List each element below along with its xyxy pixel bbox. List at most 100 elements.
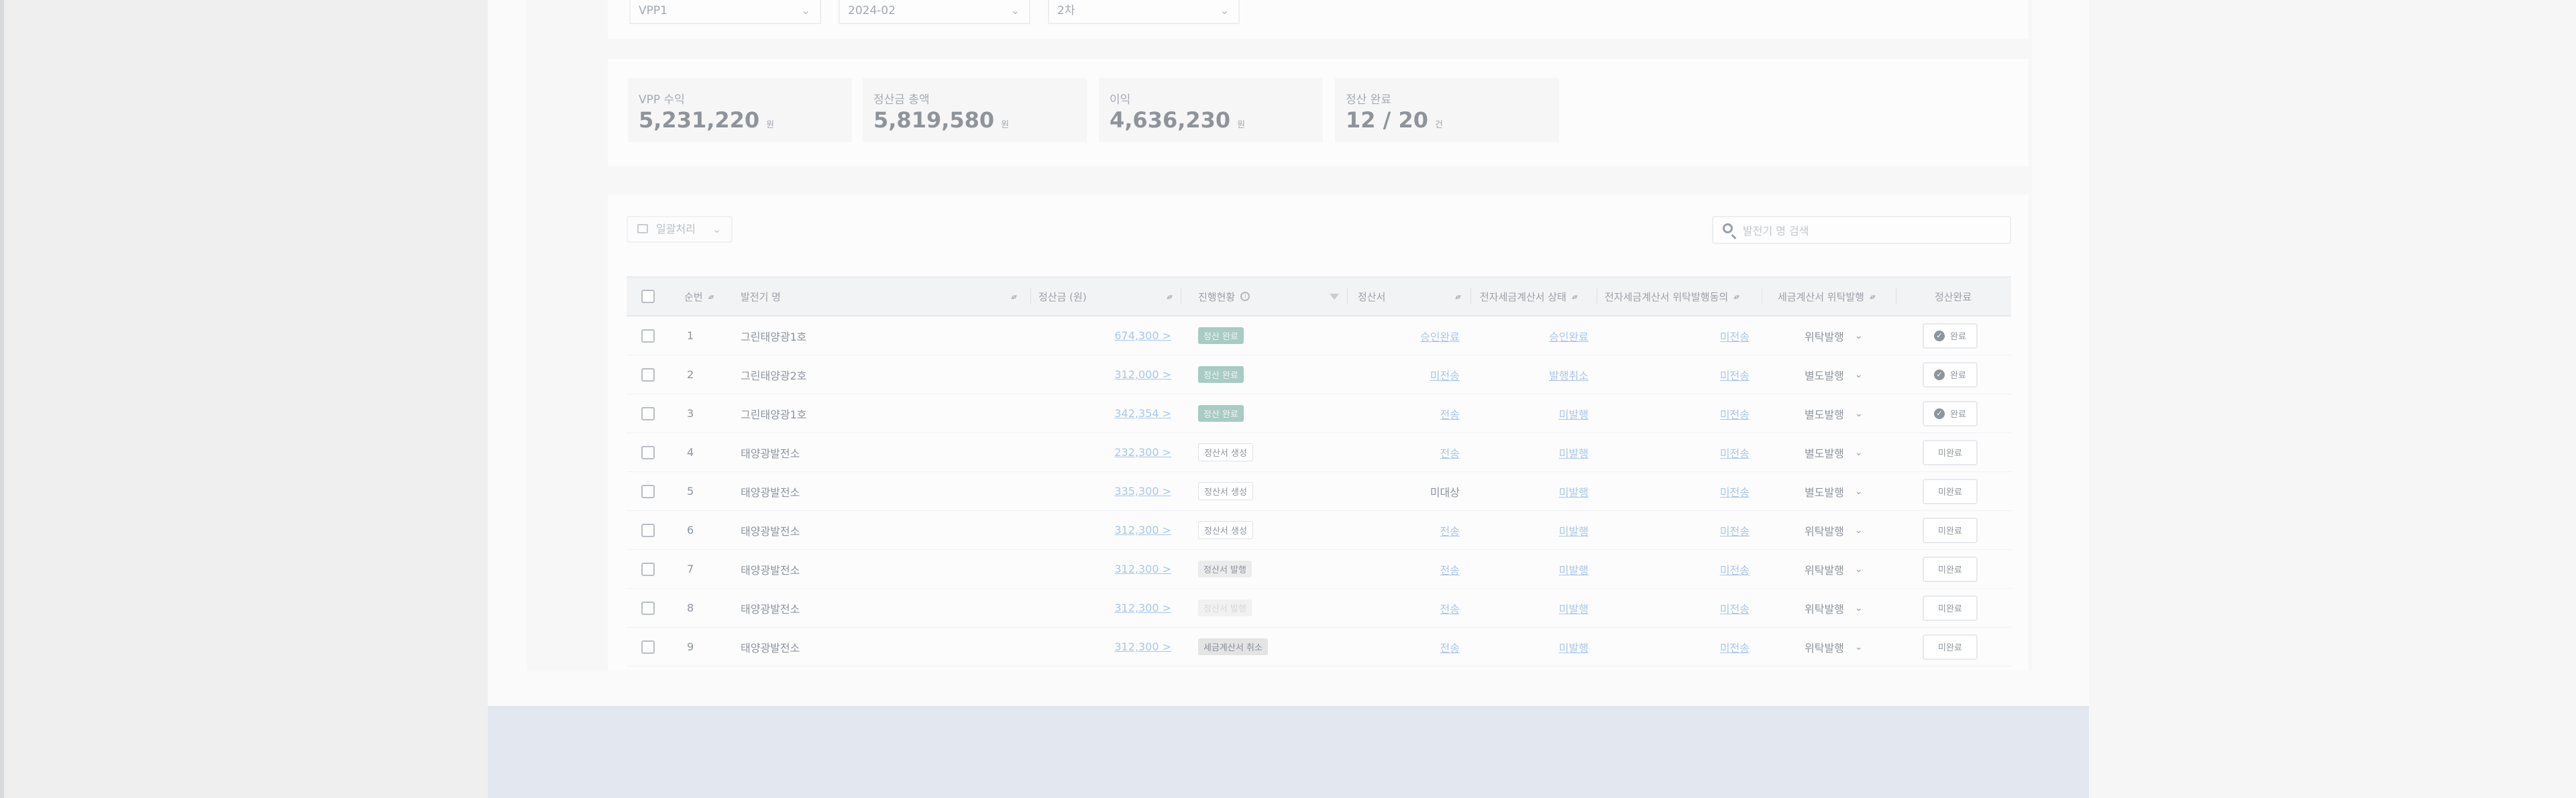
row-consign-agree[interactable]: 미전송 — [1605, 355, 1750, 394]
row-amount[interactable]: 312,300 > — [1038, 589, 1171, 627]
statement-link[interactable]: 전송 — [1440, 522, 1460, 538]
table-body: 1 그린태양광1호 674,300 > 정산 완료 승인완료 승인완료 미전송 … — [627, 317, 2011, 667]
row-checkbox[interactable] — [641, 511, 655, 549]
row-statement: 전송 — [1358, 433, 1460, 471]
row-issue-type-select[interactable]: 별도발행 ⌄ — [1805, 394, 1902, 433]
row-checkbox[interactable] — [641, 433, 655, 471]
row-no: 9 — [687, 640, 694, 653]
status-badge: 정산서 생성 — [1198, 521, 1253, 539]
calendar-icon — [637, 224, 648, 233]
row-issue-type-select[interactable]: 위탁발행 ⌄ — [1805, 589, 1902, 627]
row-issue-type-select[interactable]: 위탁발행 ⌄ — [1805, 317, 1902, 355]
row-consign-agree[interactable]: 미전송 — [1605, 589, 1750, 627]
row-einvoice-status[interactable]: 미발행 — [1480, 472, 1589, 510]
row-consign-agree[interactable]: 미전송 — [1605, 317, 1750, 355]
search-box — [1712, 216, 2011, 244]
row-statement: 미전송 — [1358, 355, 1460, 394]
row-issue-type-select[interactable]: 위탁발행 ⌄ — [1805, 511, 1902, 549]
row-amount[interactable]: 342,354 > — [1038, 394, 1171, 433]
chevron-down-icon: ⌄ — [1854, 408, 1863, 419]
row-settle: ✓ 완료 — [1923, 317, 1978, 355]
row-consign-agree[interactable]: 미전송 — [1605, 628, 1750, 666]
chevron-down-icon: ⌄ — [1854, 369, 1863, 380]
row-checkbox[interactable] — [641, 317, 655, 355]
col-statement[interactable]: 정산서 ▴▾ — [1358, 278, 1461, 315]
row-consign-agree[interactable]: 미전송 — [1605, 433, 1750, 471]
statement-link[interactable]: 전송 — [1440, 639, 1460, 655]
row-statement: 전송 — [1358, 589, 1460, 627]
row-consign-agree[interactable]: 미전송 — [1605, 394, 1750, 433]
settle-button[interactable]: 미완료 — [1923, 439, 1978, 465]
statement-link[interactable]: 승인완료 — [1420, 328, 1460, 344]
settle-button[interactable]: 미완료 — [1923, 634, 1978, 660]
col-settle: 정산완료 — [1935, 290, 1972, 303]
check-circle-icon: ✓ — [1934, 369, 1945, 380]
row-issue-type-select[interactable]: 별도발행 ⌄ — [1805, 472, 1902, 510]
row-einvoice-status[interactable]: 미발행 — [1480, 511, 1589, 549]
status-badge: 정산서 생성 — [1198, 443, 1253, 461]
settle-button[interactable]: ✓ 완료 — [1923, 400, 1978, 426]
row-checkbox[interactable] — [641, 628, 655, 666]
row-issue-type-select[interactable]: 위탁발행 ⌄ — [1805, 628, 1902, 666]
row-einvoice-status[interactable]: 발행취소 — [1480, 355, 1589, 394]
row-issue-type-select[interactable]: 위탁발행 ⌄ — [1805, 550, 1902, 588]
statement-link[interactable]: 전송 — [1440, 561, 1460, 577]
statement-link[interactable]: 전송 — [1440, 600, 1460, 616]
row-amount[interactable]: 312,300 > — [1038, 628, 1171, 666]
row-plant-name: 태양광발전소 — [741, 563, 800, 577]
col-issue-type[interactable]: 세금계산서 위탁발행 ▴▾ — [1778, 278, 1889, 315]
row-amount[interactable]: 674,300 > — [1038, 317, 1171, 355]
bulk-action-button[interactable]: 일괄처리 ⌄ — [627, 216, 733, 243]
settle-button[interactable]: 미완료 — [1923, 595, 1978, 621]
settle-button[interactable]: ✓ 완료 — [1923, 361, 1978, 388]
col-amount[interactable]: 정산금 (원) ▴▾ — [1038, 278, 1173, 315]
row-no: 6 — [687, 524, 694, 536]
info-icon: i — [1240, 292, 1250, 301]
col-einvoice-status[interactable]: 전자세금계산서 상태 ▴▾ — [1480, 278, 1587, 315]
row-checkbox[interactable] — [641, 355, 655, 394]
select-all-checkbox[interactable] — [641, 278, 655, 315]
row-einvoice-status[interactable]: 승인완료 — [1480, 317, 1589, 355]
row-issue-type-select[interactable]: 별도발행 ⌄ — [1805, 433, 1902, 471]
settle-button[interactable]: 미완료 — [1923, 556, 1978, 582]
col-consign-agree[interactable]: 전자세금계산서 위탁발행동의 ▴▾ — [1605, 278, 1751, 315]
round-select[interactable]: 2차 ⌄ — [1048, 0, 1240, 24]
status-badge: 정산 완료 — [1198, 405, 1244, 422]
row-amount[interactable]: 312,000 > — [1038, 355, 1171, 394]
col-plant[interactable]: 발전기 명 ▴▾ — [741, 278, 1017, 315]
vpp-select[interactable]: VPP1 ⌄ — [629, 0, 821, 24]
row-einvoice-status[interactable]: 미발행 — [1480, 550, 1589, 588]
row-consign-agree[interactable]: 미전송 — [1605, 550, 1750, 588]
settle-button[interactable]: ✓ 완료 — [1923, 323, 1978, 349]
chevron-down-icon: ⌄ — [1854, 447, 1863, 458]
statement-link[interactable]: 미전송 — [1430, 367, 1460, 383]
row-plant-name: 그린태양광1호 — [741, 408, 807, 421]
row-amount[interactable]: 335,300 > — [1038, 472, 1171, 510]
row-consign-agree[interactable]: 미전송 — [1605, 511, 1750, 549]
row-issue-type-select[interactable]: 별도발행 ⌄ — [1805, 355, 1902, 394]
row-checkbox[interactable] — [641, 394, 655, 433]
row-checkbox[interactable] — [641, 589, 655, 627]
month-select[interactable]: 2024-02 ⌄ — [839, 0, 1030, 24]
table-row: 6 태양광발전소 312,300 > 정산서 생성 전송 미발행 미전송 위탁발… — [627, 511, 2011, 550]
row-einvoice-status[interactable]: 미발행 — [1480, 589, 1589, 627]
row-einvoice-status[interactable]: 미발행 — [1480, 628, 1589, 666]
stat-label: VPP 수익 — [639, 93, 685, 107]
table-row: 4 태양광발전소 232,300 > 정산서 생성 전송 미발행 미전송 별도발… — [627, 433, 2011, 472]
search-input[interactable] — [1741, 220, 1999, 241]
row-einvoice-status[interactable]: 미발행 — [1480, 394, 1589, 433]
settle-button[interactable]: 미완료 — [1923, 517, 1978, 543]
row-checkbox[interactable] — [641, 550, 655, 588]
row-checkbox[interactable] — [641, 472, 655, 510]
row-amount[interactable]: 232,300 > — [1038, 433, 1171, 471]
statement-link[interactable]: 전송 — [1440, 445, 1460, 461]
row-amount[interactable]: 312,300 > — [1038, 511, 1171, 549]
row-statement: 전송 — [1358, 511, 1460, 549]
col-no[interactable]: 순번 ▴▾ — [684, 278, 714, 315]
statement-link[interactable]: 전송 — [1440, 406, 1460, 422]
row-consign-agree[interactable]: 미전송 — [1605, 472, 1750, 510]
row-einvoice-status[interactable]: 미발행 — [1480, 433, 1589, 471]
col-status[interactable]: 진행현황 i — [1198, 278, 1339, 315]
settle-button[interactable]: 미완료 — [1923, 478, 1978, 504]
row-amount[interactable]: 312,300 > — [1038, 550, 1171, 588]
